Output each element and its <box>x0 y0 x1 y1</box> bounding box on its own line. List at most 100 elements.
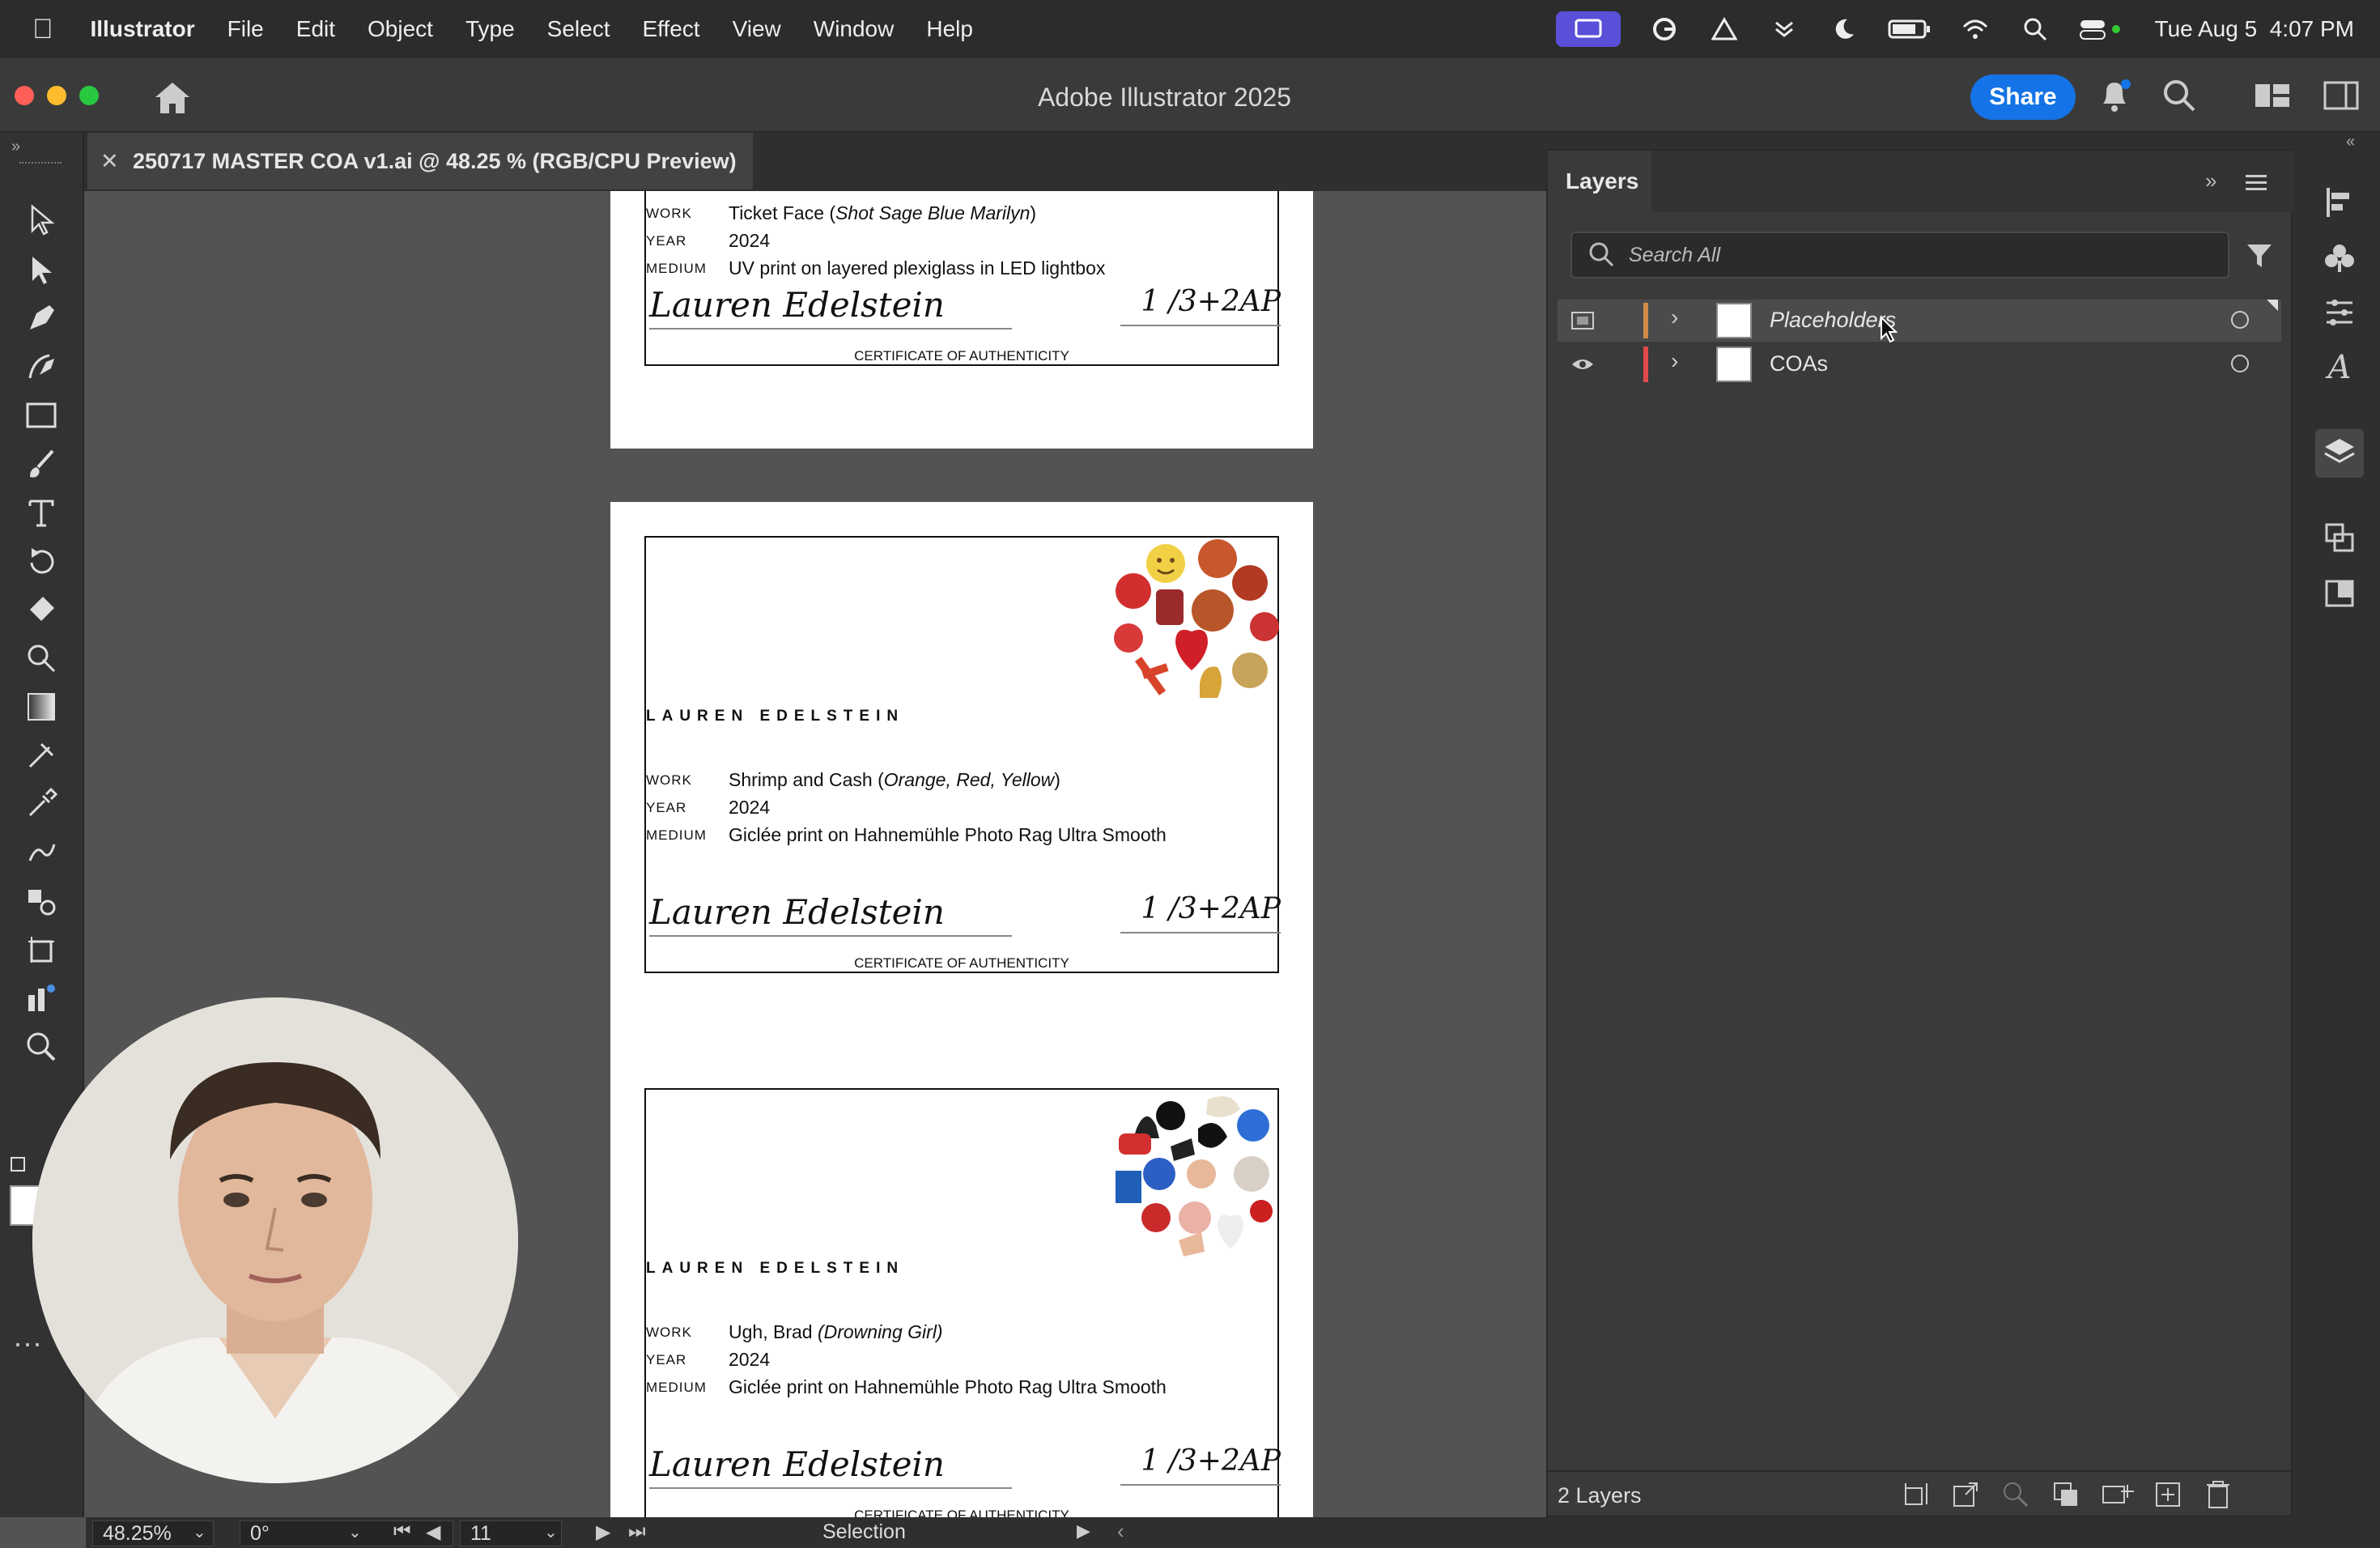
expand-panels-icon[interactable]: « <box>2346 133 2355 151</box>
apple-icon[interactable]:  <box>32 14 53 45</box>
layers-panel-header <box>1548 151 2294 212</box>
make-clipping-mask-icon[interactable] <box>2051 1480 2080 1513</box>
zoom-tool-icon[interactable] <box>21 1027 62 1067</box>
trash-icon[interactable] <box>2204 1478 2233 1513</box>
first-artboard-icon[interactable]: ⏮ <box>393 1520 411 1543</box>
medium-value: Giclée print on Hahnemühle Photo Rag Ult… <box>729 1376 1167 1397</box>
menu-select[interactable]: Select <box>547 16 610 42</box>
layer-target-icon[interactable] <box>2231 311 2249 329</box>
certificate-card[interactable]: LAUREN EDELSTEIN WORK Ugh, Brad (Drownin… <box>644 1088 1281 1517</box>
menu-object[interactable]: Object <box>368 16 433 42</box>
scroll-left-icon[interactable]: ‹ <box>1117 1519 1124 1544</box>
align-panel-icon[interactable] <box>2315 178 2364 227</box>
artboard[interactable]: WORK Ticket Face (Shot Sage Blue Marilyn… <box>610 191 1313 449</box>
toolbar-grip[interactable] <box>19 162 62 167</box>
layer-row-placeholders[interactable]: › Placeholders <box>1558 300 2281 342</box>
menu-type[interactable]: Type <box>465 16 515 42</box>
direct-selection-tool-icon[interactable] <box>21 249 62 290</box>
eraser-tool-icon[interactable] <box>21 589 62 630</box>
menu-window[interactable]: Window <box>814 16 895 42</box>
menu-help[interactable]: Help <box>926 16 973 42</box>
artboard[interactable]: LAUREN EDELSTEIN WORK Shrimp and Cash (O… <box>610 502 1313 1056</box>
grammarly-icon[interactable] <box>1648 13 1681 45</box>
spotlight-search-icon[interactable] <box>2019 13 2051 45</box>
notifications-bell-icon[interactable] <box>2097 78 2132 117</box>
battery-icon[interactable] <box>1888 13 1932 45</box>
chevrons-down-icon[interactable] <box>1768 13 1800 45</box>
previous-artboard-icon[interactable]: ◀ <box>426 1520 440 1544</box>
control-center-icon[interactable] <box>2079 13 2127 45</box>
rotation-field[interactable]: 0° <box>240 1520 453 1546</box>
selection-tool-icon[interactable] <box>21 199 62 240</box>
layers-tab[interactable]: Layers <box>1548 151 1651 212</box>
chevron-right-icon[interactable]: › <box>1671 304 1678 330</box>
eye-visibility-icon[interactable] <box>1570 353 1595 376</box>
rectangle-tool-icon[interactable] <box>21 395 62 436</box>
medium-label: MEDIUM <box>646 827 707 843</box>
symbols-panel-icon[interactable] <box>2315 233 2364 282</box>
properties-panel-icon[interactable] <box>2315 288 2364 337</box>
symbol-sprayer-tool-icon[interactable] <box>21 881 62 921</box>
mesh-tool-icon[interactable] <box>21 735 62 776</box>
type-tool-icon[interactable] <box>21 492 62 533</box>
paintbrush-tool-icon[interactable] <box>21 444 62 484</box>
arrange-documents-icon[interactable] <box>2254 81 2291 114</box>
share-button[interactable]: Share <box>1970 74 2076 120</box>
template-layer-icon[interactable] <box>1570 309 1595 332</box>
layer-target-icon[interactable] <box>2231 355 2249 372</box>
curvature-tool-icon[interactable] <box>21 347 62 387</box>
menu-file[interactable]: File <box>227 16 264 42</box>
collapse-toolbar-icon[interactable]: » <box>11 138 20 156</box>
eyedropper-tool-icon[interactable] <box>21 784 62 824</box>
locate-object-icon[interactable] <box>2001 1480 2030 1513</box>
filter-icon[interactable] <box>2246 241 2273 273</box>
shape-builder-tool-icon[interactable] <box>21 638 62 678</box>
blend-tool-icon[interactable] <box>21 832 62 873</box>
search-icon[interactable] <box>2161 78 2197 117</box>
menu-view[interactable]: View <box>733 16 781 42</box>
chevron-right-icon[interactable]: › <box>1671 348 1678 374</box>
menu-edit[interactable]: Edit <box>296 16 335 42</box>
pen-tool-icon[interactable] <box>21 298 62 338</box>
layer-name[interactable]: COAs <box>1770 351 1828 376</box>
workspace-switcher-icon[interactable] <box>2323 81 2361 114</box>
close-tab-icon[interactable]: ✕ <box>100 133 119 189</box>
collect-for-export-icon[interactable] <box>1902 1480 1932 1513</box>
layer-row-coas[interactable]: › COAs <box>1558 343 2281 385</box>
certificate-card[interactable]: LAUREN EDELSTEIN WORK Shrimp and Cash (O… <box>644 536 1281 973</box>
layers-search-input[interactable]: Search All <box>1570 232 2229 279</box>
artboard-tool-icon[interactable] <box>21 929 62 970</box>
gradient-tool-icon[interactable] <box>21 687 62 727</box>
certificate-card[interactable]: WORK Ticket Face (Shot Sage Blue Marilyn… <box>644 191 1281 366</box>
certificate-footer: CERTIFICATE OF AUTHENTICITY <box>854 1508 1069 1517</box>
character-panel-icon[interactable]: A <box>2315 343 2364 392</box>
moon-icon[interactable] <box>1828 13 1860 45</box>
artboards-panel-icon[interactable] <box>2315 513 2364 562</box>
column-graph-tool-icon[interactable] <box>21 978 62 1019</box>
chevron-down-icon[interactable]: ⌄ <box>348 1522 362 1542</box>
rotate-tool-icon[interactable] <box>21 541 62 581</box>
wifi-icon[interactable] <box>1959 13 1991 45</box>
export-icon[interactable] <box>1951 1480 1980 1513</box>
chevron-down-icon[interactable]: ⌄ <box>544 1522 558 1542</box>
menu-app-name[interactable]: Illustrator <box>91 16 195 42</box>
layers-panel-icon[interactable] <box>2315 429 2364 478</box>
current-tool-label[interactable]: Selection <box>822 1520 906 1544</box>
asset-export-icon[interactable] <box>2315 568 2364 617</box>
next-artboard-icon[interactable]: ▶ <box>596 1520 610 1544</box>
create-new-layer-icon[interactable] <box>2153 1480 2182 1513</box>
more-tools-icon[interactable]: ··· <box>13 1326 42 1360</box>
status-menu-icon[interactable]: ▶ <box>1077 1520 1090 1542</box>
layer-name[interactable]: Placeholders <box>1770 308 1896 333</box>
menu-effect[interactable]: Effect <box>642 16 699 42</box>
menubar-clock[interactable]: Tue Aug 5 4:07 PM <box>2155 16 2354 42</box>
artboard[interactable]: LAUREN EDELSTEIN WORK Ugh, Brad (Drownin… <box>610 1054 1313 1517</box>
drive-icon[interactable] <box>1708 13 1740 45</box>
chevron-down-icon[interactable]: ⌄ <box>193 1522 206 1542</box>
collapse-panel-icon[interactable]: » <box>2205 168 2216 194</box>
last-artboard-icon[interactable]: ⏭ <box>628 1520 646 1543</box>
document-tab[interactable]: ✕ 250717 MASTER COA v1.ai @ 48.25 % (RGB… <box>87 133 753 189</box>
screen-share-icon[interactable] <box>1555 11 1621 47</box>
panel-menu-icon[interactable] <box>2244 173 2268 197</box>
create-sublayer-icon[interactable] <box>2102 1480 2134 1513</box>
